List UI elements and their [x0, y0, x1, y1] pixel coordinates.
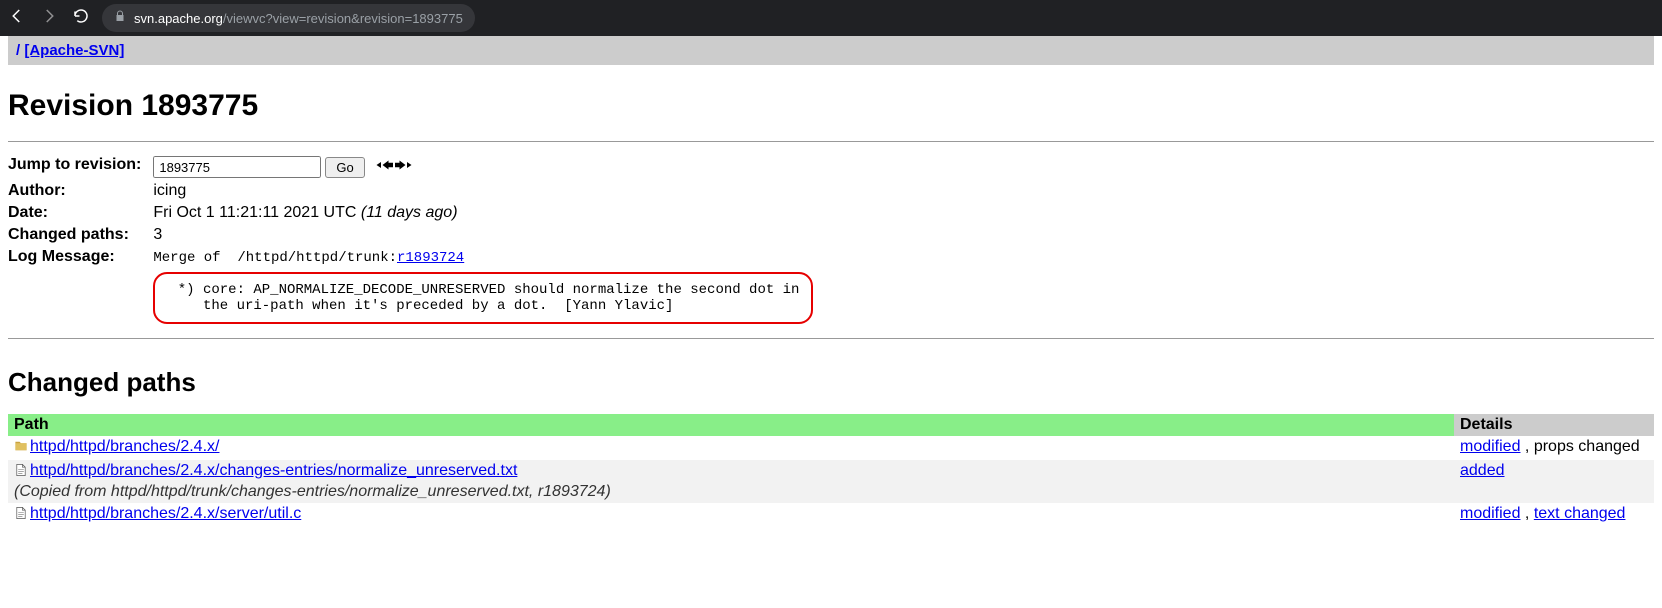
details-cell: modified , text changed [1454, 503, 1654, 527]
detail-link[interactable]: added [1460, 462, 1505, 479]
log-highlight-box: *) core: AP_NORMALIZE_DECODE_UNRESERVED … [153, 272, 813, 324]
go-button[interactable]: Go [325, 157, 364, 178]
log-body: *) core: AP_NORMALIZE_DECODE_UNRESERVED … [169, 282, 797, 314]
path-cell: httpd/httpd/branches/2.4.x/changes-entri… [8, 460, 1454, 503]
table-row: httpd/httpd/branches/2.4.x/server/util.c… [8, 503, 1654, 527]
prev-rev-icon[interactable] [375, 158, 393, 177]
path-link[interactable]: httpd/httpd/branches/2.4.x/server/util.c [30, 505, 301, 522]
forward-icon[interactable] [40, 7, 58, 30]
log-merge-link[interactable]: r1893724 [397, 250, 464, 266]
lock-icon [114, 9, 126, 27]
path-cell: httpd/httpd/branches/2.4.x/ [8, 436, 1454, 460]
breadcrumb: / [Apache-SVN] [8, 36, 1654, 65]
page-title: Revision 1893775 [8, 89, 1654, 123]
changed-paths-label: Changed paths: [8, 224, 153, 246]
log-label: Log Message: [8, 246, 153, 326]
changed-paths-value: 3 [153, 224, 813, 246]
table-row: httpd/httpd/branches/2.4.x/modified , pr… [8, 436, 1654, 460]
changed-paths-title: Changed paths [8, 367, 1654, 398]
jump-controls: Go [153, 154, 813, 180]
next-rev-icon[interactable] [395, 158, 413, 177]
divider [8, 141, 1654, 142]
detail-link[interactable]: modified [1460, 505, 1520, 522]
breadcrumb-slash: / [16, 42, 20, 59]
col-path: Path [8, 414, 1454, 436]
file-icon [14, 506, 28, 525]
nav-controls [8, 7, 90, 30]
detail-link[interactable]: modified [1460, 438, 1520, 455]
detail-rest: , [1520, 505, 1533, 522]
revision-input[interactable] [153, 156, 321, 178]
details-cell: added [1454, 460, 1654, 503]
meta-table: Jump to revision: Go Author: icing Date:… [8, 154, 813, 326]
log-merge-line: Merge of /httpd/httpd/trunk:r1893724 [153, 250, 813, 266]
file-icon [14, 463, 28, 482]
back-icon[interactable] [8, 7, 26, 30]
date-label: Date: [8, 202, 153, 224]
log-value: Merge of /httpd/httpd/trunk:r1893724 *) … [153, 246, 813, 326]
date-value: Fri Oct 1 11:21:11 2021 UTC (11 days ago… [153, 202, 813, 224]
details-cell: modified , props changed [1454, 436, 1654, 460]
path-link[interactable]: httpd/httpd/branches/2.4.x/ [30, 438, 219, 455]
reload-icon[interactable] [72, 7, 90, 30]
changed-paths-table: Path Details httpd/httpd/branches/2.4.x/… [8, 414, 1654, 527]
detail-link-2[interactable]: text changed [1534, 505, 1626, 522]
address-bar[interactable]: svn.apache.org/viewvc?view=revision&revi… [102, 4, 475, 32]
author-value: icing [153, 180, 813, 202]
folder-icon [14, 439, 28, 458]
path-cell: httpd/httpd/branches/2.4.x/server/util.c [8, 503, 1454, 527]
divider [8, 338, 1654, 339]
url-text: svn.apache.org/viewvc?view=revision&revi… [134, 11, 463, 26]
table-row: httpd/httpd/branches/2.4.x/changes-entri… [8, 460, 1654, 503]
browser-chrome: svn.apache.org/viewvc?view=revision&revi… [0, 0, 1662, 36]
jump-label: Jump to revision: [8, 154, 153, 180]
author-label: Author: [8, 180, 153, 202]
copied-from: (Copied from httpd/httpd/trunk/changes-e… [14, 482, 1448, 501]
path-link[interactable]: httpd/httpd/branches/2.4.x/changes-entri… [30, 462, 517, 479]
breadcrumb-root-link[interactable]: [Apache-SVN] [24, 42, 124, 59]
detail-rest: , props changed [1520, 438, 1639, 455]
col-details: Details [1454, 414, 1654, 436]
